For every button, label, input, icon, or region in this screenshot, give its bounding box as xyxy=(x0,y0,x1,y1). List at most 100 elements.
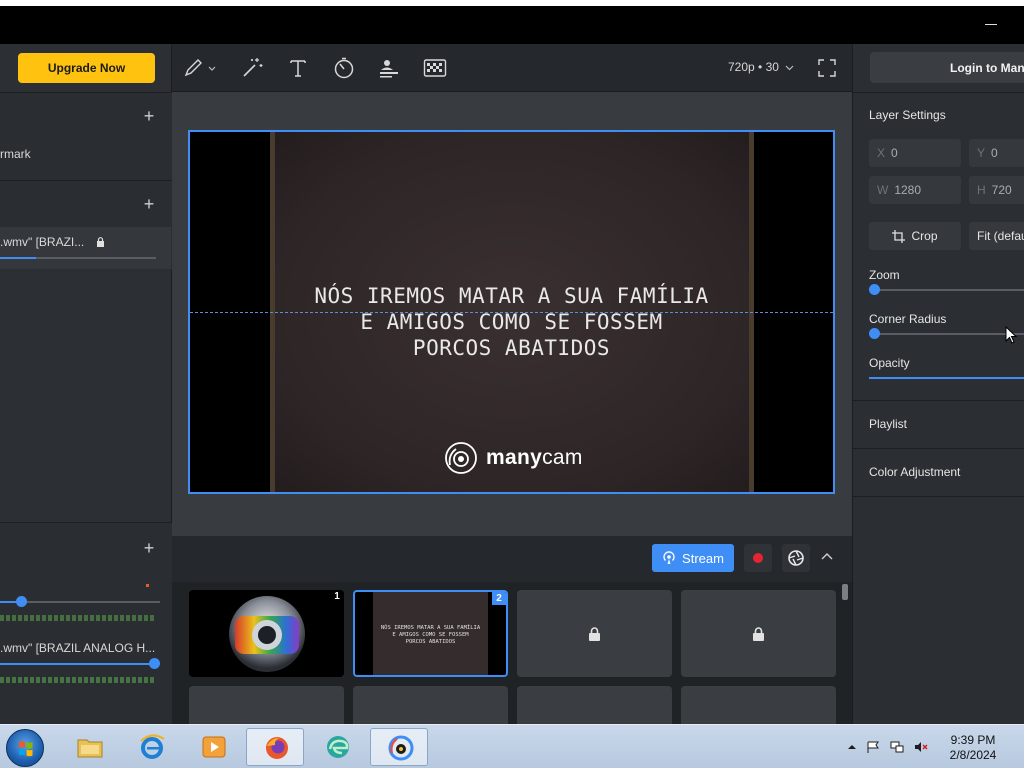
audio-volume-fill xyxy=(0,663,154,665)
y-label: Y xyxy=(977,146,986,160)
divider xyxy=(853,448,1024,449)
lock-icon xyxy=(589,627,600,641)
login-button[interactable]: Login to Many xyxy=(870,52,1024,83)
scene-tile[interactable]: 1 xyxy=(189,590,344,677)
corner-radius-track[interactable] xyxy=(869,333,1024,335)
master-level-meter xyxy=(0,615,156,621)
toolbar: 720p • 30 xyxy=(172,44,852,92)
layer-item-label[interactable]: rmark xyxy=(0,147,31,161)
network-icon[interactable] xyxy=(890,741,904,753)
corner-radius-label: Corner Radius xyxy=(869,312,947,326)
preview-area: NÓS IREMOS MATAR A SUA FAMÍLIA E AMIGOS … xyxy=(172,92,852,536)
audio-level-meter xyxy=(0,677,156,683)
resolution-label: 720p • 30 xyxy=(728,60,779,74)
audio-volume-knob[interactable] xyxy=(149,658,160,669)
windows-logo-icon xyxy=(19,741,33,757)
scene-tile-locked[interactable] xyxy=(681,590,836,677)
taskbar-manycam[interactable] xyxy=(370,728,428,766)
taskbar-file-explorer[interactable] xyxy=(60,728,118,766)
audio-section: + .wmv" [BRAZIL ANALOG H... xyxy=(0,522,172,724)
globo-logo-icon xyxy=(229,596,305,672)
preview-frame[interactable]: NÓS IREMOS MATAR A SUA FAMÍLIA E AMIGOS … xyxy=(188,130,835,494)
broadcast-icon xyxy=(663,551,675,564)
taskbar-internet-explorer[interactable] xyxy=(122,728,180,766)
scenes-scrollbar[interactable] xyxy=(842,584,848,600)
crop-label: Crop xyxy=(911,229,938,243)
zoom-slider-track[interactable] xyxy=(869,289,1024,291)
height-field[interactable]: H 720 xyxy=(969,176,1024,204)
lower-thirds-icon[interactable] xyxy=(377,56,401,80)
manycam-icon xyxy=(388,735,414,761)
wordmark-bold: many xyxy=(486,446,543,469)
crop-button[interactable]: Crop xyxy=(869,222,961,250)
width-field[interactable]: W 1280 xyxy=(869,176,961,204)
show-hidden-icons[interactable] xyxy=(845,741,859,753)
audio-indicator xyxy=(146,584,149,587)
text-icon[interactable] xyxy=(286,56,310,80)
timer-icon[interactable] xyxy=(332,56,356,80)
scene-thumb-text: NÓS IREMOS MATAR A SUA FAMÍLIA E AMIGOS … xyxy=(355,625,506,646)
media-player-icon xyxy=(202,736,226,758)
minimize-icon[interactable] xyxy=(984,18,998,28)
x-label: X xyxy=(877,146,886,160)
upgrade-now-button[interactable]: Upgrade Now xyxy=(18,53,155,83)
sources-section: + .wmv" [BRAZI... xyxy=(0,180,172,270)
x-value: 0 xyxy=(891,146,898,160)
crop-icon xyxy=(892,229,906,243)
zoom-slider-knob[interactable] xyxy=(869,284,880,295)
layer-settings-title: Layer Settings xyxy=(869,108,946,122)
overlay-line: NÓS IREMOS MATAR A SUA FAMÍLIA xyxy=(314,284,709,308)
overlay-line: PORCOS ABATIDOS xyxy=(412,336,611,360)
clock-time: 9:39 PM xyxy=(950,733,996,747)
thumb-line: E AMIGOS COMO SE FOSSEM xyxy=(392,632,469,638)
record-button[interactable] xyxy=(744,544,772,572)
taskbar-firefox[interactable] xyxy=(246,728,304,766)
w-value: 1280 xyxy=(894,183,922,197)
scene-tile[interactable] xyxy=(353,686,508,724)
chevron-up-icon[interactable] xyxy=(820,550,834,564)
manycam-watermark: manycam xyxy=(444,440,583,476)
stream-button[interactable]: Stream xyxy=(652,544,734,572)
scene-number: 2 xyxy=(492,592,506,605)
scene-tile-active[interactable]: NÓS IREMOS MATAR A SUA FAMÍLIA E AMIGOS … xyxy=(353,590,508,677)
resolution-select[interactable]: 720p • 30 xyxy=(728,60,794,74)
color-adjustment-section[interactable]: Color Adjustment xyxy=(869,465,960,479)
chroma-key-icon[interactable] xyxy=(423,56,447,80)
master-volume-knob[interactable] xyxy=(16,596,27,607)
opacity-slider-fill[interactable] xyxy=(869,377,1024,379)
action-center-flag-icon[interactable] xyxy=(866,741,880,753)
taskbar-media-player[interactable] xyxy=(184,728,242,766)
start-button[interactable] xyxy=(6,729,44,767)
add-source-icon[interactable]: + xyxy=(142,195,156,213)
title-bar xyxy=(0,6,1024,44)
snapshot-button[interactable] xyxy=(782,544,810,572)
stream-label: Stream xyxy=(682,550,724,566)
source-item[interactable]: .wmv" [BRAZI... xyxy=(0,227,171,269)
taskbar-edge[interactable] xyxy=(308,728,366,766)
scene-tile[interactable] xyxy=(517,686,672,724)
x-field[interactable]: X0 xyxy=(869,139,961,167)
scene-tile[interactable] xyxy=(681,686,836,724)
add-layer-icon[interactable]: + xyxy=(142,107,156,125)
manycam-wordmark: manycam xyxy=(486,446,583,470)
pen-icon[interactable] xyxy=(182,56,218,80)
scene-tile-locked[interactable] xyxy=(517,590,672,677)
corner-radius-knob[interactable] xyxy=(869,328,880,339)
y-field[interactable]: Y0 xyxy=(969,139,1024,167)
volume-muted-icon[interactable] xyxy=(914,741,928,753)
taskbar-clock[interactable]: 9:39 PM 2/8/2024 xyxy=(934,733,1012,763)
h-label: H xyxy=(977,183,986,197)
magic-wand-icon[interactable] xyxy=(240,56,264,80)
fullscreen-icon[interactable] xyxy=(818,59,836,77)
control-bar: Stream xyxy=(172,536,852,582)
lock-icon xyxy=(753,627,764,641)
add-audio-icon[interactable]: + xyxy=(142,539,156,557)
audio-source-label[interactable]: .wmv" [BRAZIL ANALOG H... xyxy=(0,641,155,655)
scene-number: 1 xyxy=(330,590,344,603)
thumb-line: PORCOS ABATIDOS xyxy=(405,639,456,645)
scene-tile[interactable] xyxy=(189,686,344,724)
fit-select[interactable]: Fit (defau xyxy=(969,222,1024,250)
chevron-down-icon xyxy=(785,65,794,71)
opacity-label: Opacity xyxy=(869,356,910,370)
playlist-section[interactable]: Playlist xyxy=(869,417,907,431)
